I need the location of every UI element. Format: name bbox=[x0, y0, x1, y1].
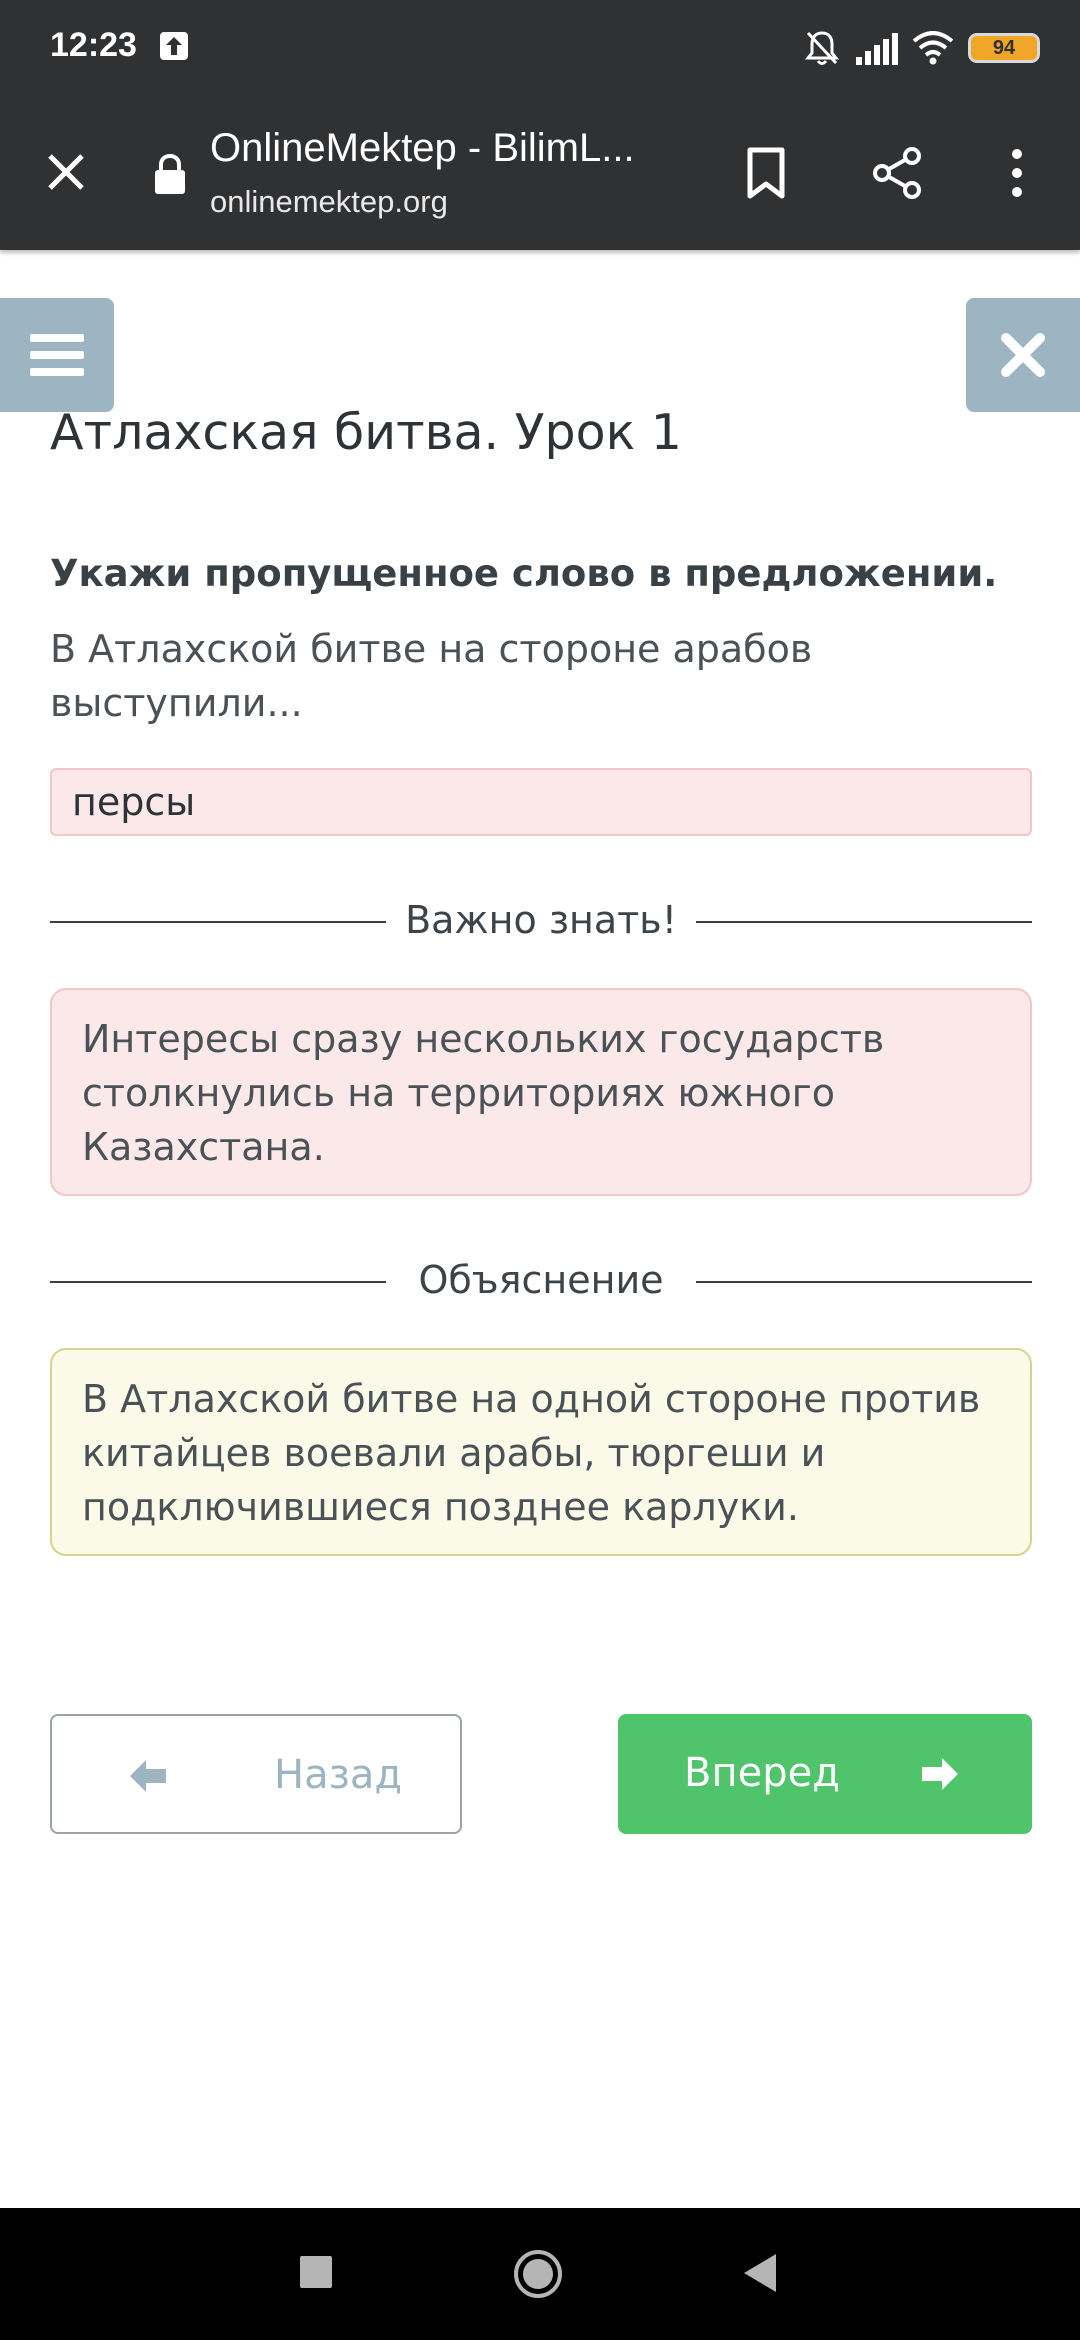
explanation-divider: Объяснение bbox=[50, 1252, 1032, 1312]
hamburger-icon bbox=[30, 334, 84, 376]
menu-button[interactable] bbox=[0, 298, 114, 412]
wifi-icon bbox=[912, 31, 954, 65]
share-icon[interactable] bbox=[870, 146, 924, 200]
status-icons: 94 bbox=[804, 28, 1040, 68]
browser-url[interactable]: onlinemektep.org bbox=[210, 184, 448, 220]
divider-line bbox=[696, 1281, 1032, 1283]
upload-icon bbox=[160, 32, 188, 60]
arrow-left-icon bbox=[130, 1760, 166, 1792]
close-icon[interactable] bbox=[42, 148, 90, 196]
explanation-heading: Объяснение bbox=[418, 1258, 664, 1302]
browser-toolbar: OnlineMektep - BilimL... onlinemektep.or… bbox=[0, 96, 1080, 250]
home-icon[interactable] bbox=[512, 2248, 564, 2300]
signal-icon bbox=[856, 33, 898, 65]
bookmark-icon[interactable] bbox=[742, 146, 790, 200]
explanation-note: В Атлахской битве на одной стороне проти… bbox=[50, 1348, 1032, 1556]
important-divider: Важно знать! bbox=[50, 892, 1032, 952]
back-triangle-icon[interactable] bbox=[742, 2252, 778, 2294]
bell-muted-icon bbox=[804, 31, 840, 65]
back-button[interactable]: Назад bbox=[50, 1714, 462, 1834]
important-heading: Важно знать! bbox=[405, 898, 677, 942]
recents-icon[interactable] bbox=[300, 2256, 332, 2288]
status-bar: 12:23 94 bbox=[0, 0, 1080, 96]
lock-icon[interactable] bbox=[152, 154, 188, 194]
divider-line bbox=[696, 921, 1032, 923]
page-title: Атлахская битва. Урок 1 bbox=[50, 404, 682, 461]
close-lesson-button[interactable] bbox=[966, 298, 1080, 412]
divider-line bbox=[50, 921, 386, 923]
status-time: 12:23 bbox=[50, 26, 137, 64]
divider-line bbox=[50, 1281, 386, 1283]
back-button-label: Назад bbox=[274, 1752, 403, 1798]
forward-button[interactable]: Вперед bbox=[618, 1714, 1032, 1834]
more-vertical-icon[interactable] bbox=[1002, 146, 1032, 200]
task-sentence: В Атлахской битве на стороне арабов выст… bbox=[50, 627, 813, 725]
forward-button-label: Вперед bbox=[684, 1750, 840, 1796]
system-nav-bar bbox=[0, 2208, 1080, 2340]
answer-field[interactable]: персы bbox=[50, 768, 1032, 836]
arrow-right-icon bbox=[922, 1758, 958, 1790]
battery-icon: 94 bbox=[968, 33, 1040, 63]
browser-page-title[interactable]: OnlineMektep - BilimL... bbox=[210, 126, 635, 171]
close-icon bbox=[1001, 333, 1045, 377]
important-note: Интересы сразу нескольких государств сто… bbox=[50, 988, 1032, 1196]
task-instruction: Укажи пропущенное слово в предложении. bbox=[50, 552, 998, 595]
